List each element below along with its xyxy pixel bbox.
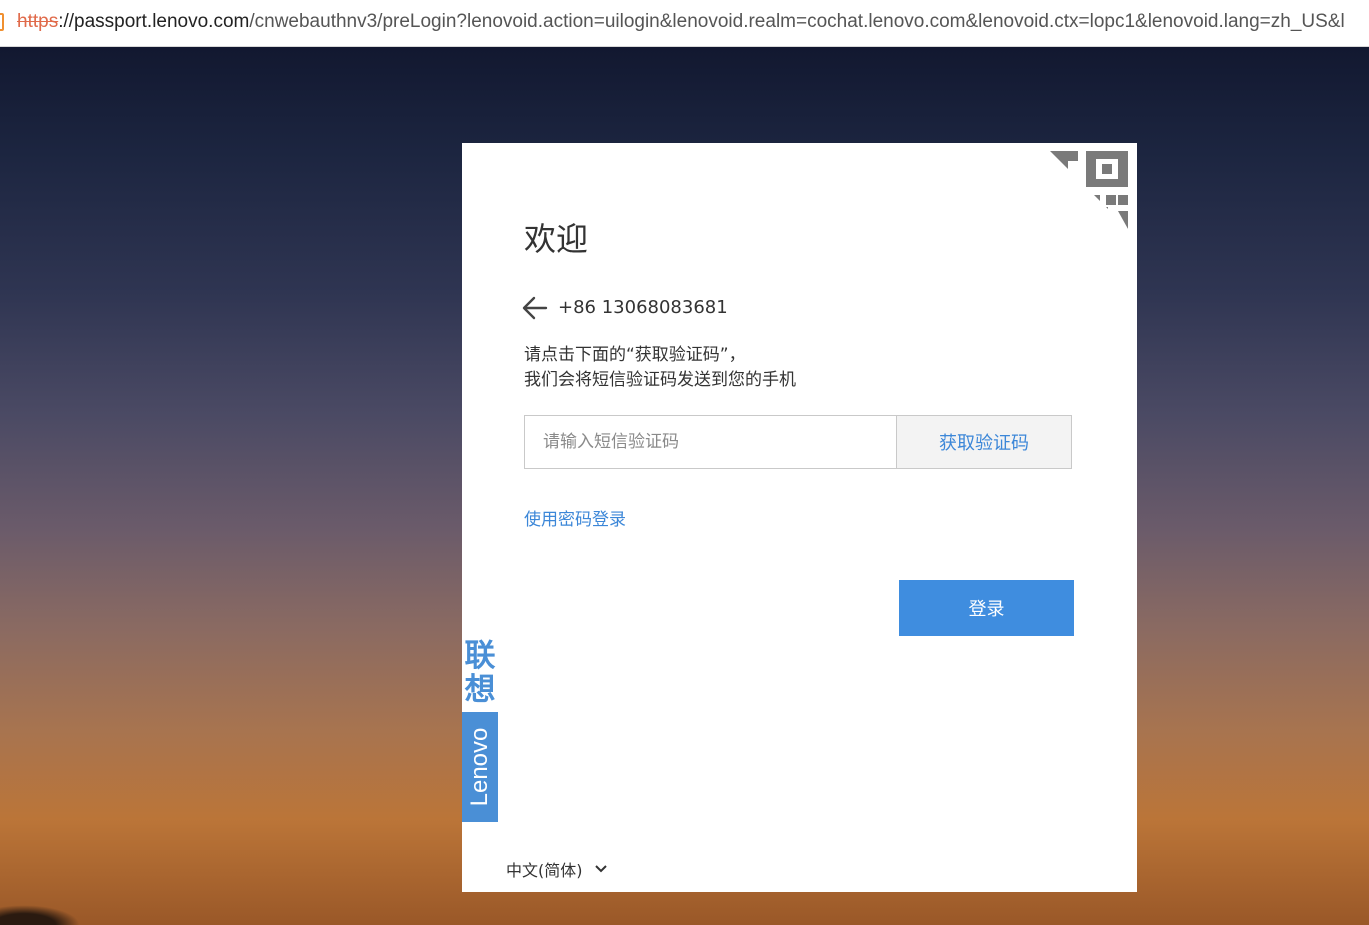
lenovo-logo-text: Lenovo bbox=[466, 727, 493, 807]
browser-address-bar[interactable]: https://passport.lenovo.com/cnwebauthnv3… bbox=[0, 0, 1369, 47]
hint-line-2: 我们会将短信验证码发送到您的手机 bbox=[524, 370, 796, 390]
lenovo-cn-logo: 联 想 bbox=[462, 639, 498, 707]
login-card: 欢迎 +86 13068083681 请点击下面的“获取验证码”， 我们会将短信… bbox=[462, 143, 1137, 892]
url-host: ://passport.lenovo.com bbox=[58, 11, 250, 32]
security-warning-icon[interactable] bbox=[0, 13, 4, 31]
lenovo-logo: Lenovo bbox=[462, 712, 498, 822]
language-select[interactable]: 中文(简体) bbox=[506, 857, 607, 881]
arrow-left-icon[interactable] bbox=[522, 295, 548, 321]
password-login-link[interactable]: 使用密码登录 bbox=[524, 505, 626, 530]
brand-cn-char-1: 联 bbox=[464, 638, 496, 674]
sms-hint: 请点击下面的“获取验证码”， 我们会将短信验证码发送到您的手机 bbox=[524, 343, 796, 393]
page-title: 欢迎 bbox=[524, 220, 589, 258]
brand-cn-char-2: 想 bbox=[464, 672, 496, 708]
qr-code-corner-icon[interactable] bbox=[1050, 151, 1128, 229]
chevron-down-icon bbox=[594, 865, 607, 873]
phone-number: +86 13068083681 bbox=[558, 297, 728, 318]
sms-code-input[interactable] bbox=[524, 415, 897, 469]
ground-silhouette bbox=[0, 905, 80, 925]
hint-line-1: 请点击下面的“获取验证码”， bbox=[524, 345, 746, 365]
login-button[interactable]: 登录 bbox=[899, 580, 1074, 636]
url-path: /cnwebauthnv3/preLogin?lenovoid.action=u… bbox=[249, 11, 1345, 32]
get-code-button[interactable]: 获取验证码 bbox=[896, 415, 1072, 469]
url-text[interactable]: https://passport.lenovo.com/cnwebauthnv3… bbox=[17, 10, 1345, 34]
url-scheme: https bbox=[17, 11, 59, 32]
language-label: 中文(简体) bbox=[506, 861, 583, 880]
